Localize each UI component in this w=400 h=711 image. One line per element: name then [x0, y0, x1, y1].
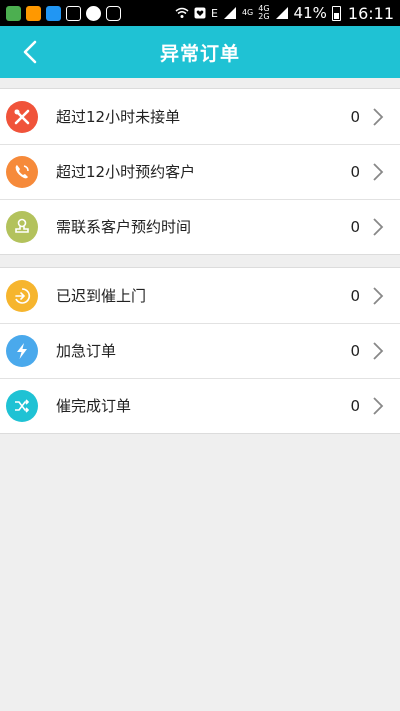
shuffle-icon — [6, 389, 38, 422]
back-button[interactable] — [10, 26, 50, 78]
app-notification-icon — [6, 5, 21, 21]
list-item[interactable]: 超过12小时预约客户 0 — [0, 144, 400, 199]
chevron-right-icon — [372, 340, 388, 362]
app-bar: 异常订单 — [0, 26, 400, 78]
list-item-count: 0 — [350, 396, 360, 415]
list-item[interactable]: 加急订单 0 — [0, 323, 400, 378]
wifi-icon — [175, 7, 189, 18]
battery-icon — [331, 5, 341, 21]
network-type-stack: 4G — [242, 9, 253, 17]
network-type-label: 4G — [241, 8, 254, 17]
chevron-right-icon — [372, 216, 388, 238]
list-item-label: 加急订单 — [56, 342, 117, 360]
list-item-label: 需联系客户预约时间 — [56, 218, 192, 236]
order-group-urgent: 已迟到催上门 0 加急订单 0 催完成订单 0 — [0, 267, 400, 434]
chevron-right-icon — [372, 161, 388, 183]
enter-icon — [6, 279, 38, 312]
clock: 16:11 — [347, 3, 394, 23]
camera-icon — [106, 5, 121, 21]
list-item-count: 0 — [350, 107, 360, 126]
list-item-label: 催完成订单 — [56, 397, 132, 415]
network-type-label: E — [211, 6, 218, 20]
image-icon — [66, 5, 81, 21]
battery-percent: 41% — [293, 4, 327, 22]
tools-icon — [6, 100, 38, 133]
page-title: 异常订单 — [159, 42, 240, 65]
list-item[interactable]: 催完成订单 0 — [0, 378, 400, 433]
chevron-right-icon — [372, 285, 388, 307]
app-notification-icon — [46, 5, 61, 21]
signal-icon — [223, 7, 236, 19]
list-item-label: 超过12小时预约客户 — [56, 163, 196, 181]
order-group-overdue: 超过12小时未接单 0 超过12小时预约客户 0 需联系客户预约时间 0 — [0, 88, 400, 255]
chevron-right-icon — [372, 395, 388, 417]
lightning-icon — [6, 334, 38, 367]
phone-icon — [6, 155, 38, 188]
list-item[interactable]: 超过12小时未接单 0 — [0, 89, 400, 144]
signal-icon — [275, 7, 288, 19]
list-item[interactable]: 需联系客户预约时间 0 — [0, 199, 400, 254]
app-notification-icon — [26, 5, 41, 21]
stamp-icon — [6, 210, 38, 243]
list-item-count: 0 — [350, 341, 360, 360]
list-item-label: 已迟到催上门 — [56, 287, 147, 305]
heart-icon — [194, 7, 206, 19]
list-item-count: 0 — [350, 286, 360, 305]
notification-icons — [6, 5, 121, 21]
list-item-count: 0 — [350, 217, 360, 236]
list-item[interactable]: 已迟到催上门 0 — [0, 268, 400, 323]
network-type-label: 2G — [258, 12, 270, 21]
network-type-stack: 4G 2G — [258, 5, 269, 21]
chevron-right-icon — [372, 106, 388, 128]
list-item-label: 超过12小时未接单 — [56, 108, 181, 126]
chevron-left-icon — [23, 40, 37, 64]
location-icon — [86, 5, 101, 21]
list-item-count: 0 — [350, 162, 360, 181]
status-bar: E 4G 4G 2G 41% 16:11 — [0, 0, 400, 26]
